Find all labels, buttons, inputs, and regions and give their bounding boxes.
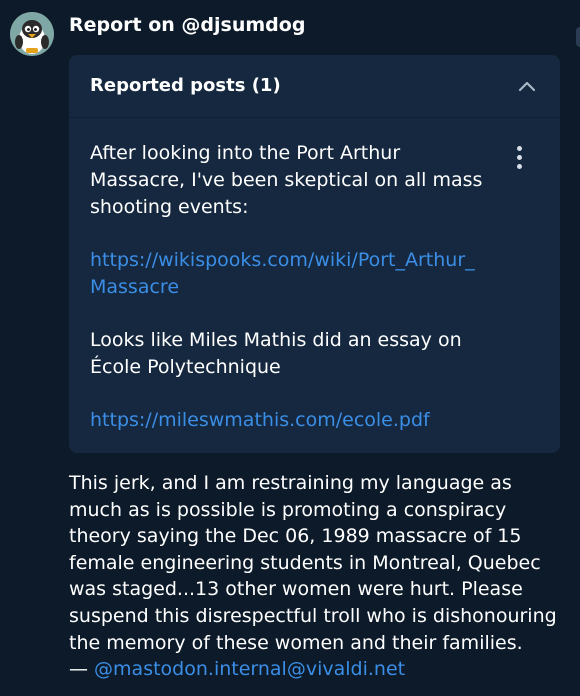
post-paragraph: After looking into the Port Arthur Massa… [90, 142, 483, 218]
reported-posts-label: Reported posts (1) [90, 75, 281, 96]
reporter-link[interactable]: @mastodon.internal@vivaldi.net [94, 658, 405, 680]
reported-posts-panel: Reported posts (1) After looking into th… [69, 55, 560, 453]
report-view: Report on @djsumdog Reported posts (1) A… [0, 0, 580, 696]
reported-post: After looking into the Port Arthur Massa… [69, 118, 560, 434]
page-title: Report on @djsumdog [69, 14, 306, 36]
reported-posts-header[interactable]: Reported posts (1) [69, 55, 560, 118]
report-comment-text: This jerk, and I am restraining my langu… [69, 472, 557, 654]
report-comment: This jerk, and I am restraining my langu… [69, 470, 564, 683]
avatar[interactable] [10, 12, 54, 56]
penguin-avatar-icon [10, 12, 54, 56]
more-vertical-icon[interactable] [509, 146, 529, 176]
comment-dash: — [69, 658, 88, 681]
post-link[interactable]: https://wikispooks.com/wiki/Port_Arthur_… [90, 249, 475, 298]
post-link[interactable]: https://mileswmathis.com/ecole.pdf [90, 409, 430, 431]
edge-button[interactable] [576, 27, 580, 47]
chevron-up-icon[interactable] [516, 75, 538, 97]
post-paragraph: Looks like Miles Mathis did an essay on … [90, 329, 462, 378]
